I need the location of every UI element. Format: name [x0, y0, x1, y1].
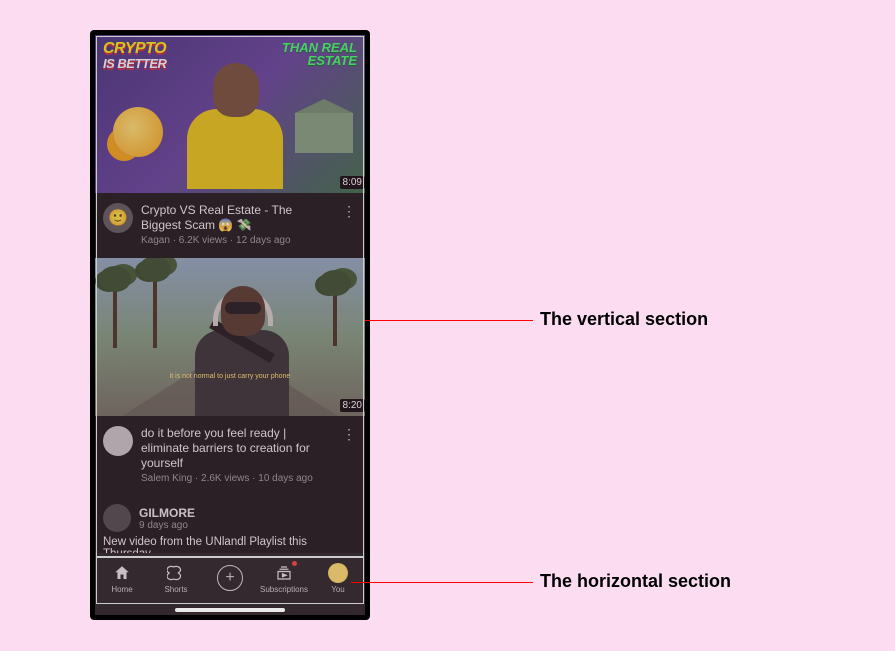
post-avatar[interactable]: [103, 504, 131, 532]
thumbnail-text-left: CRYPTO IS BETTER: [103, 41, 166, 70]
nav-label: Home: [111, 585, 132, 594]
thumbnail-text: CRYPTO: [103, 41, 166, 57]
video-thumbnail[interactable]: CRYPTO IS BETTER THAN REAL ESTATE 8:09: [95, 35, 365, 193]
video-title: Crypto VS Real Estate - The Biggest Scam…: [141, 203, 333, 233]
house-graphic: [295, 113, 353, 153]
vertical-scroll-section[interactable]: CRYPTO IS BETTER THAN REAL ESTATE 8:09 🙂…: [95, 35, 365, 553]
nav-label: You: [331, 585, 345, 594]
person-graphic: [185, 63, 285, 193]
post-text: New video from the UNlandl Playlist this…: [95, 536, 365, 553]
duration-badge: 8:20: [340, 399, 365, 412]
nav-home[interactable]: Home: [95, 553, 149, 603]
callout-line-vertical: [365, 320, 533, 321]
video-subline: Kagan · 6.2K views · 12 days ago: [141, 235, 333, 246]
person-graphic: [187, 286, 297, 416]
video-thumbnail[interactable]: it is not normal to just carry your phon…: [95, 258, 365, 416]
nav-subscriptions[interactable]: Subscriptions: [257, 553, 311, 603]
video-caption: it is not normal to just carry your phon…: [170, 373, 291, 380]
subscriptions-icon: [274, 563, 294, 583]
callout-label-vertical: The vertical section: [540, 309, 708, 330]
video-meta-text[interactable]: Crypto VS Real Estate - The Biggest Scam…: [141, 203, 333, 246]
video-subline: Salem King · 2.6K views · 10 days ago: [141, 473, 333, 484]
post-author-block: GILMORE 9 days ago: [139, 506, 195, 531]
nav-label: Shorts: [164, 585, 187, 594]
channel-avatar[interactable]: [103, 426, 133, 456]
post-time: 9 days ago: [139, 520, 195, 531]
plus-icon: +: [217, 565, 243, 591]
video-title: do it before you feel ready | eliminate …: [141, 426, 333, 471]
profile-avatar-icon: [328, 563, 348, 583]
nav-create[interactable]: +: [203, 553, 257, 603]
home-icon: [112, 563, 132, 583]
nav-you[interactable]: You: [311, 553, 365, 603]
tree-graphic: [333, 292, 337, 346]
thumbnail-text: ESTATE: [282, 54, 357, 67]
thumbnail-text-right: THAN REAL ESTATE: [282, 41, 357, 67]
video-meta-row: 🙂 Crypto VS Real Estate - The Biggest Sc…: [95, 193, 365, 258]
video-menu-button[interactable]: ⋮: [341, 426, 357, 484]
callout-line-horizontal: [351, 582, 533, 583]
bottom-nav: Home Shorts + Subscriptions You: [95, 553, 365, 603]
phone-frame: CRYPTO IS BETTER THAN REAL ESTATE 8:09 🙂…: [90, 30, 370, 620]
shorts-icon: [166, 563, 186, 583]
video-meta-row: do it before you feel ready | eliminate …: [95, 416, 365, 496]
home-indicator: [175, 608, 285, 612]
thumbnail-text: IS BETTER: [103, 57, 166, 70]
tree-graphic: [113, 288, 117, 348]
notification-dot-icon: [292, 561, 297, 566]
nav-shorts[interactable]: Shorts: [149, 553, 203, 603]
phone-screen: CRYPTO IS BETTER THAN REAL ESTATE 8:09 🙂…: [95, 35, 365, 615]
duration-badge: 8:09: [340, 176, 365, 189]
community-post-header[interactable]: GILMORE 9 days ago: [95, 496, 365, 536]
tree-graphic: [153, 278, 157, 348]
video-meta-text[interactable]: do it before you feel ready | eliminate …: [141, 426, 333, 484]
nav-label: Subscriptions: [260, 585, 308, 594]
callout-label-horizontal: The horizontal section: [540, 571, 731, 592]
channel-avatar[interactable]: 🙂: [103, 203, 133, 233]
post-author: GILMORE: [139, 506, 195, 520]
coins-graphic: [113, 107, 163, 157]
video-menu-button[interactable]: ⋮: [341, 203, 357, 246]
